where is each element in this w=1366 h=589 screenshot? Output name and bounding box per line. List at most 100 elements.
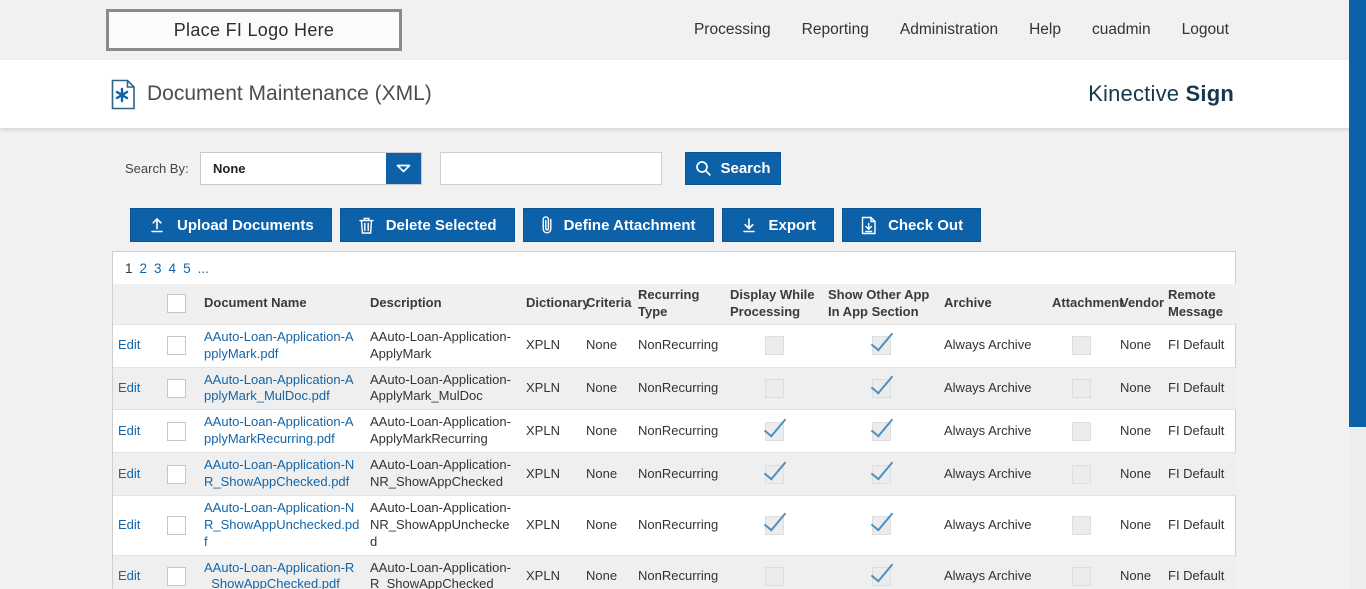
column-header-description: Description [365,284,521,324]
documents-table: Document NameDescriptionDictionaryCriter… [113,284,1237,589]
dictionary-cell: XPLN [521,555,581,589]
vendor-cell: None [1115,555,1163,589]
table-row: Edit AAuto-Loan-Application-ApplyMarkRecu… [113,410,1237,453]
document-name-link[interactable]: AAuto-Loan-Application-NR_ShowAppChecked… [204,457,354,489]
document-name-link[interactable]: AAuto-Loan-Application-ApplyMark_MulDoc.… [204,372,354,404]
fi-logo-placeholder: Place FI Logo Here [106,9,402,51]
show-other-app-checkbox[interactable] [872,516,891,535]
pagination-page-link[interactable]: 3 [154,261,162,276]
documents-table-card: 12345... Document NameDescriptionDiction… [112,251,1236,589]
display-while-processing-checkbox[interactable] [765,516,784,535]
search-button-label: Search [720,160,770,177]
pagination-page-link[interactable]: ... [198,261,209,276]
search-button[interactable]: Search [685,152,781,185]
description-cell: AAuto-Loan-Application-R_ShowAppChecked [365,555,521,589]
description-cell: AAuto-Loan-Application-ApplyMarkRecurrin… [365,410,521,453]
show-other-app-checkbox[interactable] [872,465,891,484]
delete-selected-button[interactable]: Delete Selected [340,208,515,242]
top-nav: Processing Reporting Administration Help cua… [694,0,1229,60]
nav-item-logout[interactable]: Logout [1182,21,1229,39]
display-while-processing-checkbox[interactable] [765,465,784,484]
select-all-checkbox[interactable] [167,294,186,313]
remote-message-cell: FI Default [1163,367,1237,410]
pagination-page-link[interactable]: 4 [169,261,177,276]
action-toolbar: Upload Documents Delete Selected Define At… [130,208,1366,242]
remote-message-cell: FI Default [1163,555,1237,589]
search-row: Search By: None Search [125,152,1366,185]
attachment-checkbox[interactable] [1072,567,1091,586]
vendor-cell: None [1115,324,1163,367]
row-select-checkbox[interactable] [167,567,186,586]
table-row: Edit AAuto-Loan-Application-R_ShowAppChec… [113,555,1237,589]
chevron-down-icon[interactable] [386,153,421,184]
nav-item-processing[interactable]: Processing [694,21,771,39]
scrollbar-thumb[interactable] [1349,0,1366,427]
document-name-link[interactable]: AAuto-Loan-Application-ApplyMarkRecurrin… [204,414,354,446]
document-name-link[interactable]: AAuto-Loan-Application-R_ShowAppChecked.… [204,560,354,589]
edit-link[interactable]: Edit [118,380,140,395]
pagination-current-page: 1 [125,261,133,276]
brand-bold: Sign [1186,81,1234,106]
pagination-page-link[interactable]: 5 [183,261,191,276]
description-cell: AAuto-Loan-Application-NR_ShowAppChecked [365,453,521,496]
remote-message-cell: FI Default [1163,453,1237,496]
row-select-checkbox[interactable] [167,336,186,355]
display-while-processing-checkbox[interactable] [765,567,784,586]
attachment-checkbox[interactable] [1072,422,1091,441]
pagination-page-link[interactable]: 2 [140,261,148,276]
scrollbar-track[interactable] [1349,0,1366,589]
edit-link[interactable]: Edit [118,517,140,532]
delete-selected-label: Delete Selected [386,217,497,234]
row-select-checkbox[interactable] [167,379,186,398]
archive-cell: Always Archive [939,495,1047,555]
column-header-archive: Archive [939,284,1047,324]
upload-documents-button[interactable]: Upload Documents [130,208,332,242]
vendor-cell: None [1115,453,1163,496]
define-attachment-label: Define Attachment [564,217,696,234]
row-select-checkbox[interactable] [167,422,186,441]
attachment-checkbox[interactable] [1072,516,1091,535]
edit-link[interactable]: Edit [118,337,140,352]
show-other-app-checkbox[interactable] [872,422,891,441]
check-out-button[interactable]: Check Out [842,208,981,242]
dictionary-cell: XPLN [521,367,581,410]
dictionary-cell: XPLN [521,495,581,555]
display-while-processing-checkbox[interactable] [765,336,784,355]
row-select-checkbox[interactable] [167,465,186,484]
export-label: Export [769,217,817,234]
nav-item-administration[interactable]: Administration [900,21,998,39]
define-attachment-button[interactable]: Define Attachment [523,208,714,242]
criteria-cell: None [581,453,633,496]
column-header-display_while_processing: Display While Processing [725,284,823,324]
document-page-icon [110,79,136,110]
display-while-processing-checkbox[interactable] [765,379,784,398]
nav-item-cuadmin[interactable]: cuadmin [1092,21,1151,39]
nav-item-help[interactable]: Help [1029,21,1061,39]
edit-link[interactable]: Edit [118,568,140,583]
show-other-app-checkbox[interactable] [872,379,891,398]
show-other-app-checkbox[interactable] [872,567,891,586]
vendor-cell: None [1115,495,1163,555]
document-name-link[interactable]: AAuto-Loan-Application-ApplyMark.pdf [204,329,354,361]
table-row: Edit AAuto-Loan-Application-ApplyMark_Mul… [113,367,1237,410]
nav-item-reporting[interactable]: Reporting [802,21,869,39]
document-name-link[interactable]: AAuto-Loan-Application-NR_ShowAppUncheck… [204,500,359,549]
column-header-dictionary: Dictionary [521,284,581,324]
attachment-checkbox[interactable] [1072,336,1091,355]
attachment-checkbox[interactable] [1072,465,1091,484]
display-while-processing-checkbox[interactable] [765,422,784,441]
archive-cell: Always Archive [939,367,1047,410]
recurring-type-cell: NonRecurring [633,410,725,453]
edit-link[interactable]: Edit [118,423,140,438]
search-input[interactable] [440,152,662,185]
attachment-checkbox[interactable] [1072,379,1091,398]
show-other-app-checkbox[interactable] [872,336,891,355]
remote-message-cell: FI Default [1163,410,1237,453]
search-by-select[interactable]: None [200,152,422,185]
export-button[interactable]: Export [722,208,835,242]
search-by-label: Search By: [125,161,200,176]
description-cell: AAuto-Loan-Application-ApplyMark [365,324,521,367]
row-select-checkbox[interactable] [167,516,186,535]
description-cell: AAuto-Loan-Application-ApplyMark_MulDoc [365,367,521,410]
edit-link[interactable]: Edit [118,466,140,481]
